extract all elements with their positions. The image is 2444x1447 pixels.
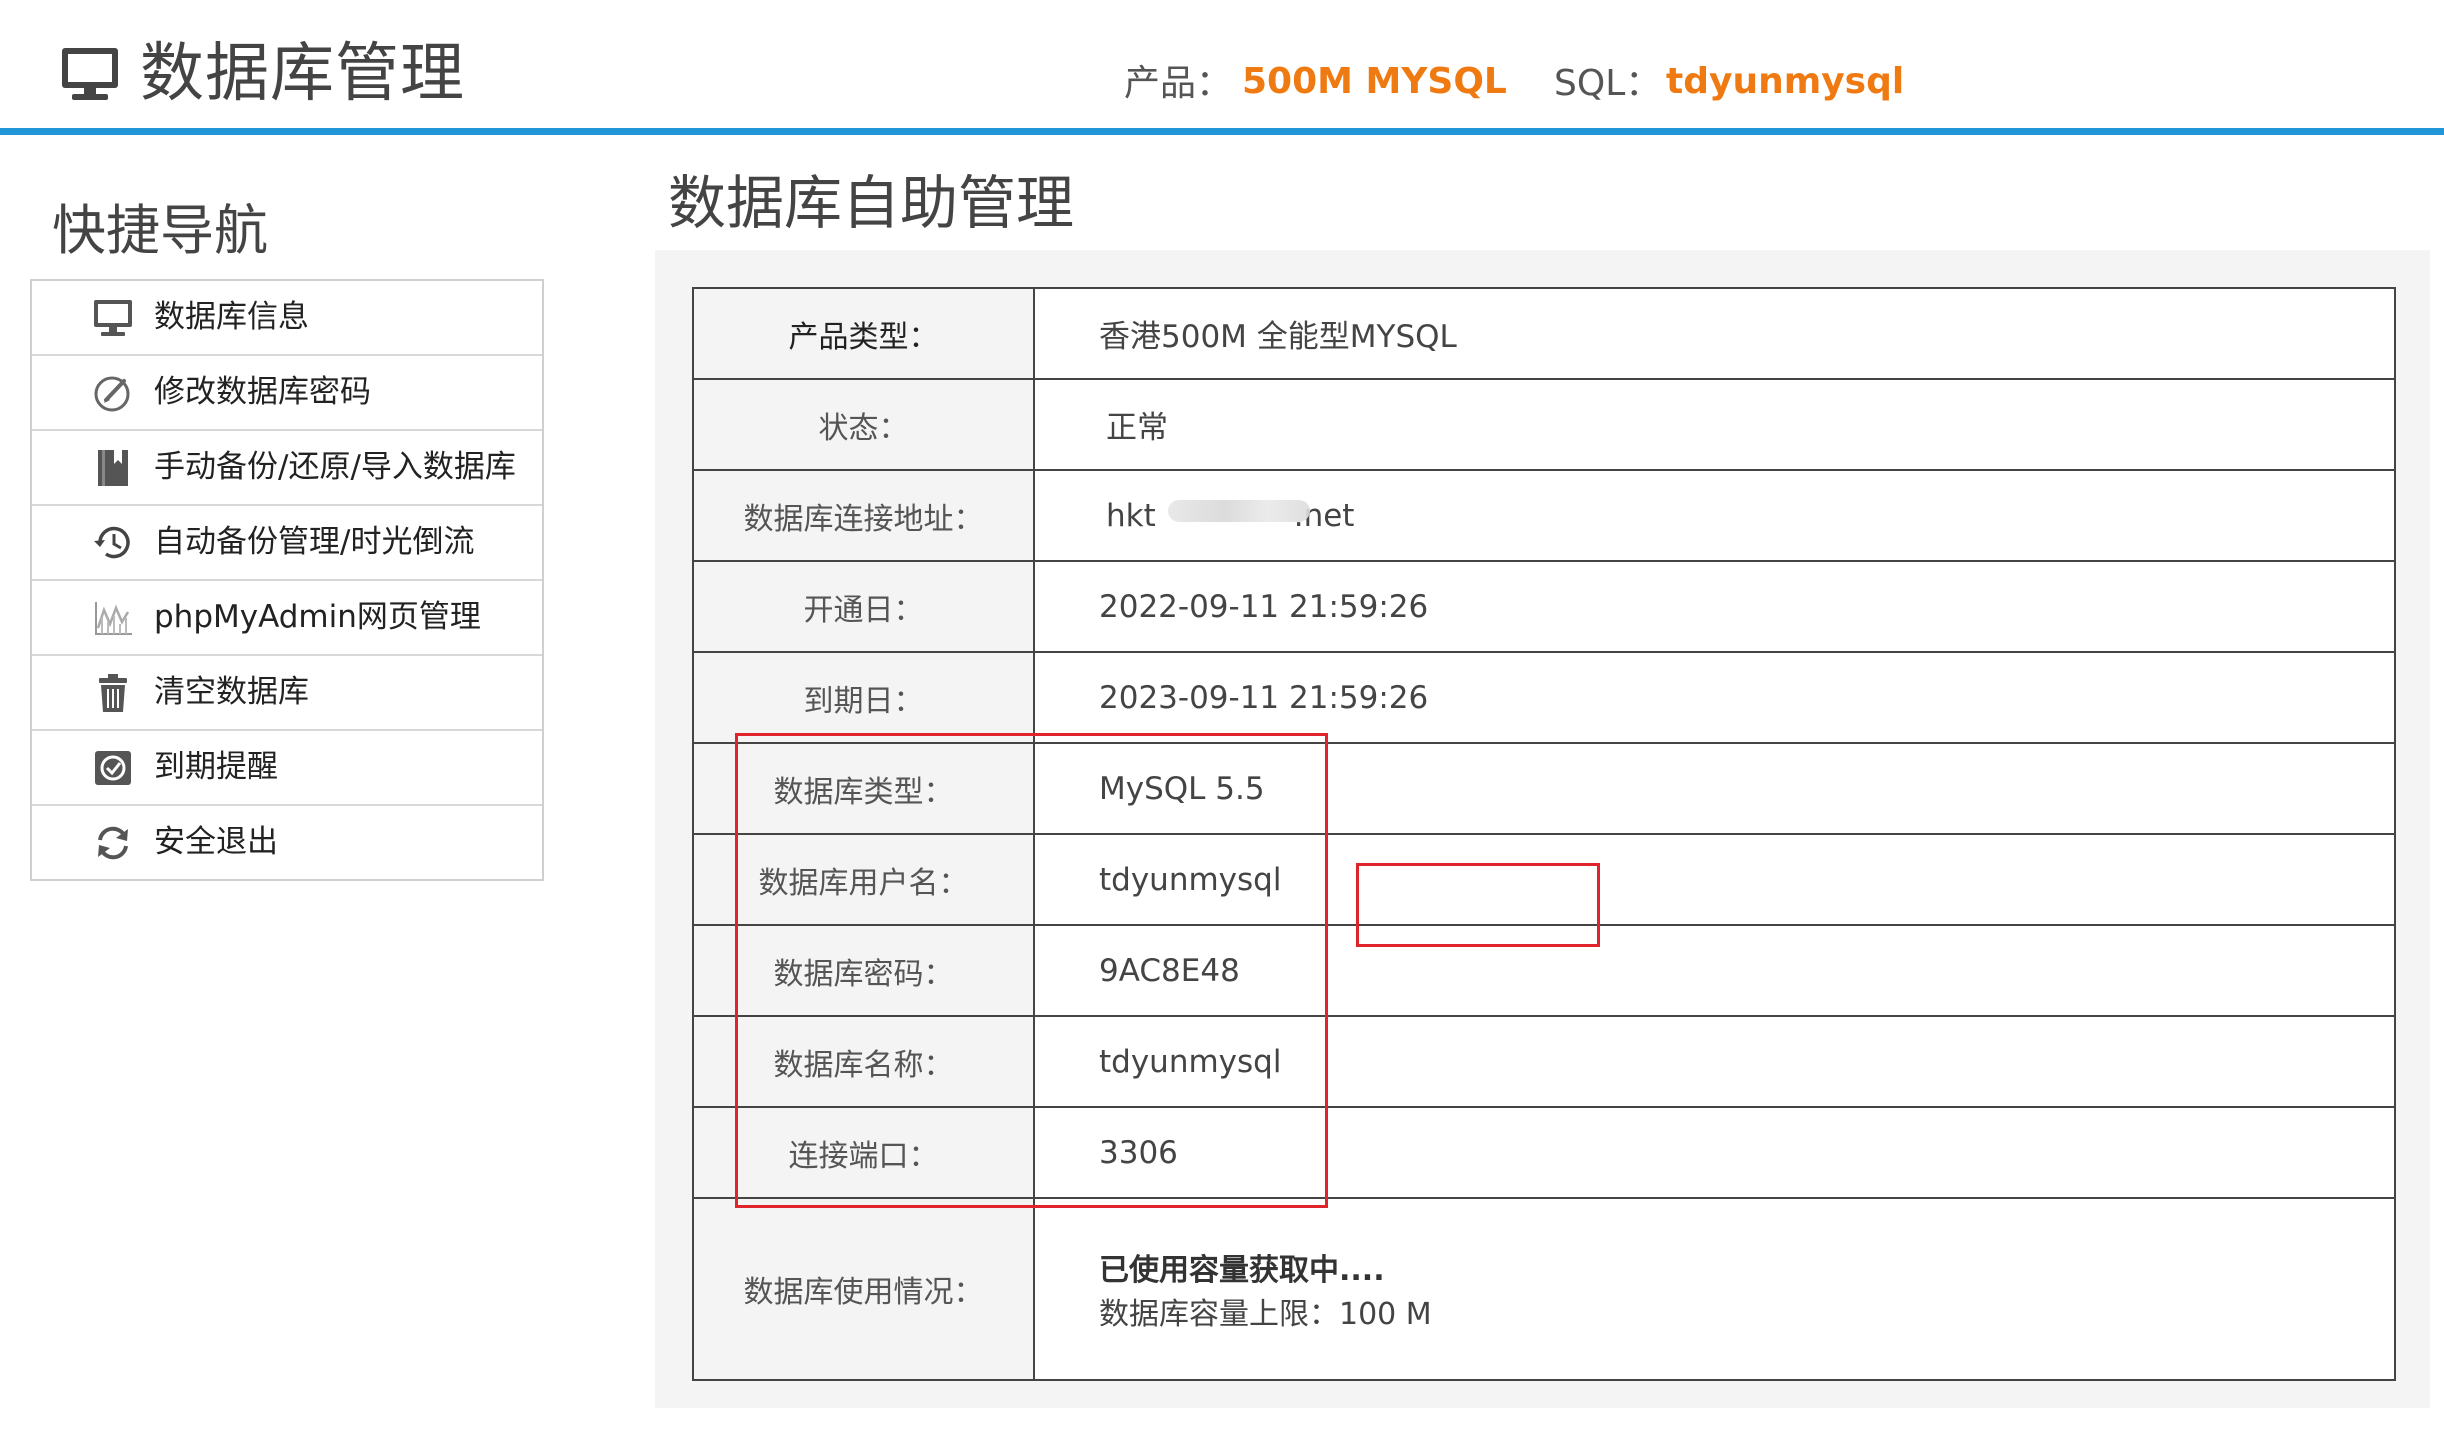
row-key: 数据库连接地址：: [694, 471, 1035, 560]
reminder-icon: [95, 751, 131, 785]
table-row: 数据库连接地址： hkt .net: [694, 469, 2394, 560]
table-row: 产品类型： 香港500M 全能型MYSQL: [694, 289, 2394, 378]
sql-label: SQL：: [1554, 63, 1662, 104]
row-value: 2022-09-11 21:59:26: [1099, 588, 1429, 625]
sidebar-item-phpmyadmin[interactable]: phpMyAdmin网页管理: [32, 579, 542, 654]
chart-icon: [95, 602, 132, 635]
usage-status: 已使用容量获取中....: [1099, 1253, 1385, 1288]
row-value: 香港500M 全能型MYSQL: [1099, 319, 1457, 355]
monitor-icon: [94, 300, 132, 336]
sidebar-item-backup-restore[interactable]: 手动备份/还原/导入数据库: [32, 429, 542, 504]
sidebar-item-label: 清空数据库: [154, 674, 309, 710]
table-row: 状态： 正常: [694, 378, 2394, 469]
row-key: 到期日：: [694, 653, 1035, 742]
sidebar-item-label: 到期提醒: [154, 749, 278, 785]
sidebar-item-db-info[interactable]: 数据库信息: [32, 281, 542, 354]
sidebar-item-logout[interactable]: 安全退出: [32, 804, 542, 879]
sql-value: tdyunmysql: [1666, 61, 1905, 102]
trash-icon: [99, 674, 127, 712]
row-key: 开通日：: [694, 562, 1035, 651]
redaction-blur: [1168, 500, 1310, 522]
header-divider: [0, 128, 2444, 135]
sidebar-title: 快捷导航: [52, 199, 268, 262]
sidebar-item-label: 自动备份管理/时光倒流: [154, 524, 475, 560]
product-label: 产品：: [1124, 63, 1233, 104]
row-value: 2023-09-11 21:59:26: [1099, 679, 1429, 716]
product-value: 500M MYSQL: [1242, 61, 1507, 102]
refresh-icon: [98, 826, 128, 860]
sidebar-item-label: 手动备份/还原/导入数据库: [154, 449, 516, 485]
row-key: 数据库使用情况：: [694, 1199, 1035, 1379]
table-row-usage: 数据库使用情况： 已使用容量获取中.... 数据库容量上限：100 M: [694, 1197, 2394, 1379]
row-value: 正常: [1106, 410, 1168, 446]
annotation-box: [1356, 863, 1600, 947]
sidebar-item-change-password[interactable]: 修改数据库密码: [32, 354, 542, 429]
row-key: 状态：: [694, 380, 1035, 469]
sidebar-item-label: 安全退出: [154, 824, 278, 860]
header: 数据库管理 产品： 500M MYSQL SQL： tdyunmysql: [0, 0, 2444, 131]
sidebar-item-expiry-reminder[interactable]: 到期提醒: [32, 729, 542, 804]
row-key: 产品类型：: [694, 289, 1035, 378]
sidebar-item-label: phpMyAdmin网页管理: [154, 599, 481, 635]
usage-limit: 数据库容量上限：100 M: [1099, 1297, 1432, 1332]
clock-history-icon: [94, 526, 130, 559]
sidebar-nav: 数据库信息 修改数据库密码 手动备份/还原/导入数据库 自动备份管理/时光倒流: [30, 279, 544, 881]
annotation-box: [735, 733, 1328, 1208]
page-title: 数据库管理: [140, 37, 465, 111]
main-title: 数据库自助管理: [668, 169, 1075, 237]
sidebar-item-auto-backup[interactable]: 自动备份管理/时光倒流: [32, 504, 542, 579]
book-icon: [98, 450, 128, 486]
table-row: 开通日： 2022-09-11 21:59:26: [694, 560, 2394, 651]
sidebar-item-label: 数据库信息: [154, 299, 309, 335]
sidebar-item-label: 修改数据库密码: [154, 374, 371, 410]
monitor-icon: [62, 48, 118, 100]
usage-info: 已使用容量获取中.... 数据库容量上限：100 M: [1099, 1249, 1432, 1337]
sidebar-item-clear-db[interactable]: 清空数据库: [32, 654, 542, 729]
edit-icon: [94, 376, 130, 412]
table-row: 到期日： 2023-09-11 21:59:26: [694, 651, 2394, 742]
